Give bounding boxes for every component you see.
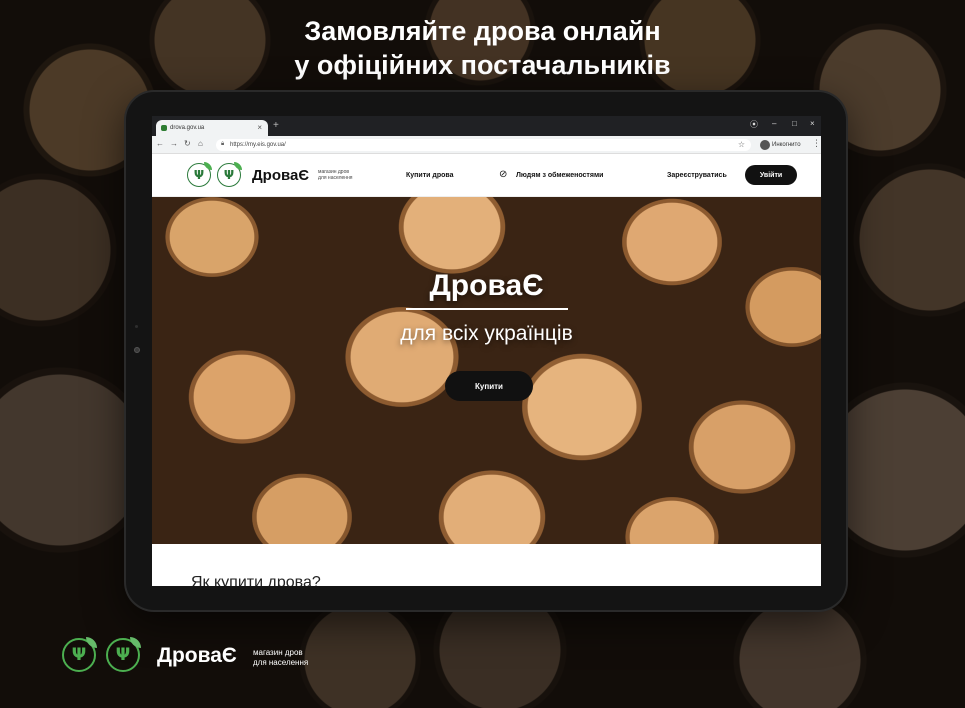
trident-icon: Ψ — [193, 168, 205, 182]
register-link[interactable]: Зареєструватись — [667, 172, 727, 179]
url-input[interactable]: 🔒︎ https://my.eis.gov.ua/ ☆ — [216, 139, 751, 151]
tablet-camera — [134, 347, 140, 353]
footer-emblem-2: Ψ — [106, 637, 141, 672]
nav-accessibility[interactable]: Людям з обмеженостями — [516, 172, 603, 179]
minimize-button[interactable]: – — [772, 119, 776, 128]
emblem-logo-1[interactable]: Ψ — [187, 162, 212, 187]
brand-name[interactable]: ДроваЄ — [252, 167, 309, 184]
lock-icon: 🔒︎ — [221, 141, 225, 147]
browser-tab-bar: drova.gov.ua × + ⦿ – □ × — [152, 116, 821, 136]
profile-label: Инкогнито — [772, 142, 801, 148]
trident-icon: Ψ — [71, 645, 87, 665]
leaf-icon — [204, 162, 212, 170]
favicon-icon — [161, 125, 167, 131]
browser-tab[interactable]: drova.gov.ua × — [156, 120, 268, 136]
browser-menu-icon[interactable]: ⋮ — [812, 138, 821, 149]
headline-line-1: Замовляйте дрова онлайн — [304, 16, 661, 46]
star-icon[interactable]: ☆ — [738, 140, 745, 149]
hero-title: ДроваЄ — [429, 269, 544, 302]
hero-subtitle: для всіх українців — [400, 322, 573, 345]
reload-icon[interactable]: ↻ — [184, 139, 191, 148]
footer-brand-name: ДроваЄ — [157, 644, 237, 667]
login-button[interactable]: Увійти — [745, 165, 797, 185]
tab-close-icon[interactable]: × — [257, 123, 262, 132]
section-title: Як купити дрова? — [191, 574, 321, 586]
site-header: Ψ Ψ ДроваЄ магазин дров для населення Ку… — [152, 154, 821, 197]
footer-tagline-line-1: магазин дров — [253, 648, 303, 657]
maximize-button[interactable]: □ — [792, 119, 797, 128]
buy-button[interactable]: Купити — [445, 371, 533, 401]
brand-tagline: магазин дров для населення — [318, 169, 353, 182]
hero-section: ДроваЄ для всіх українців Купити — [152, 197, 821, 544]
footer-tagline: магазин дров для населення — [253, 648, 308, 667]
tablet-sensor — [135, 325, 138, 328]
close-window-button[interactable]: × — [810, 119, 815, 128]
emblem-logo-2[interactable]: Ψ — [217, 162, 242, 187]
leaf-icon — [234, 162, 242, 170]
new-tab-button[interactable]: + — [273, 120, 279, 131]
brand-tagline-line-2: для населення — [318, 174, 353, 181]
tab-title: drova.gov.ua — [170, 125, 205, 131]
back-arrow-icon[interactable]: ← — [156, 139, 164, 148]
browser-address-bar: ← → ↻ ⌂ 🔒︎ https://my.eis.gov.ua/ ☆ Инко… — [152, 136, 821, 154]
promo-headline: Замовляйте дрова онлайн у офіційних пост… — [0, 14, 965, 82]
trident-icon: Ψ — [223, 168, 235, 182]
profile-button[interactable]: Инкогнито — [758, 139, 801, 151]
tablet-screen: drova.gov.ua × + ⦿ – □ × ← → ↻ ⌂ 🔒︎ http… — [152, 116, 821, 586]
eye-slash-icon[interactable]: ⊘ — [499, 169, 507, 180]
nav-buy-wood[interactable]: Купити дрова — [406, 172, 453, 179]
trident-icon: Ψ — [115, 645, 131, 665]
footer-emblem-1: Ψ — [62, 637, 97, 672]
hero-divider — [406, 308, 568, 310]
footer-tagline-line-2: для населення — [253, 657, 309, 667]
headline-line-2: у офіційних постачальників — [294, 50, 671, 80]
url-text: https://my.eis.gov.ua/ — [230, 142, 286, 148]
record-icon: ⦿ — [750, 120, 758, 129]
avatar — [760, 140, 770, 150]
forward-arrow-icon[interactable]: → — [170, 139, 178, 148]
home-icon[interactable]: ⌂ — [198, 139, 203, 148]
